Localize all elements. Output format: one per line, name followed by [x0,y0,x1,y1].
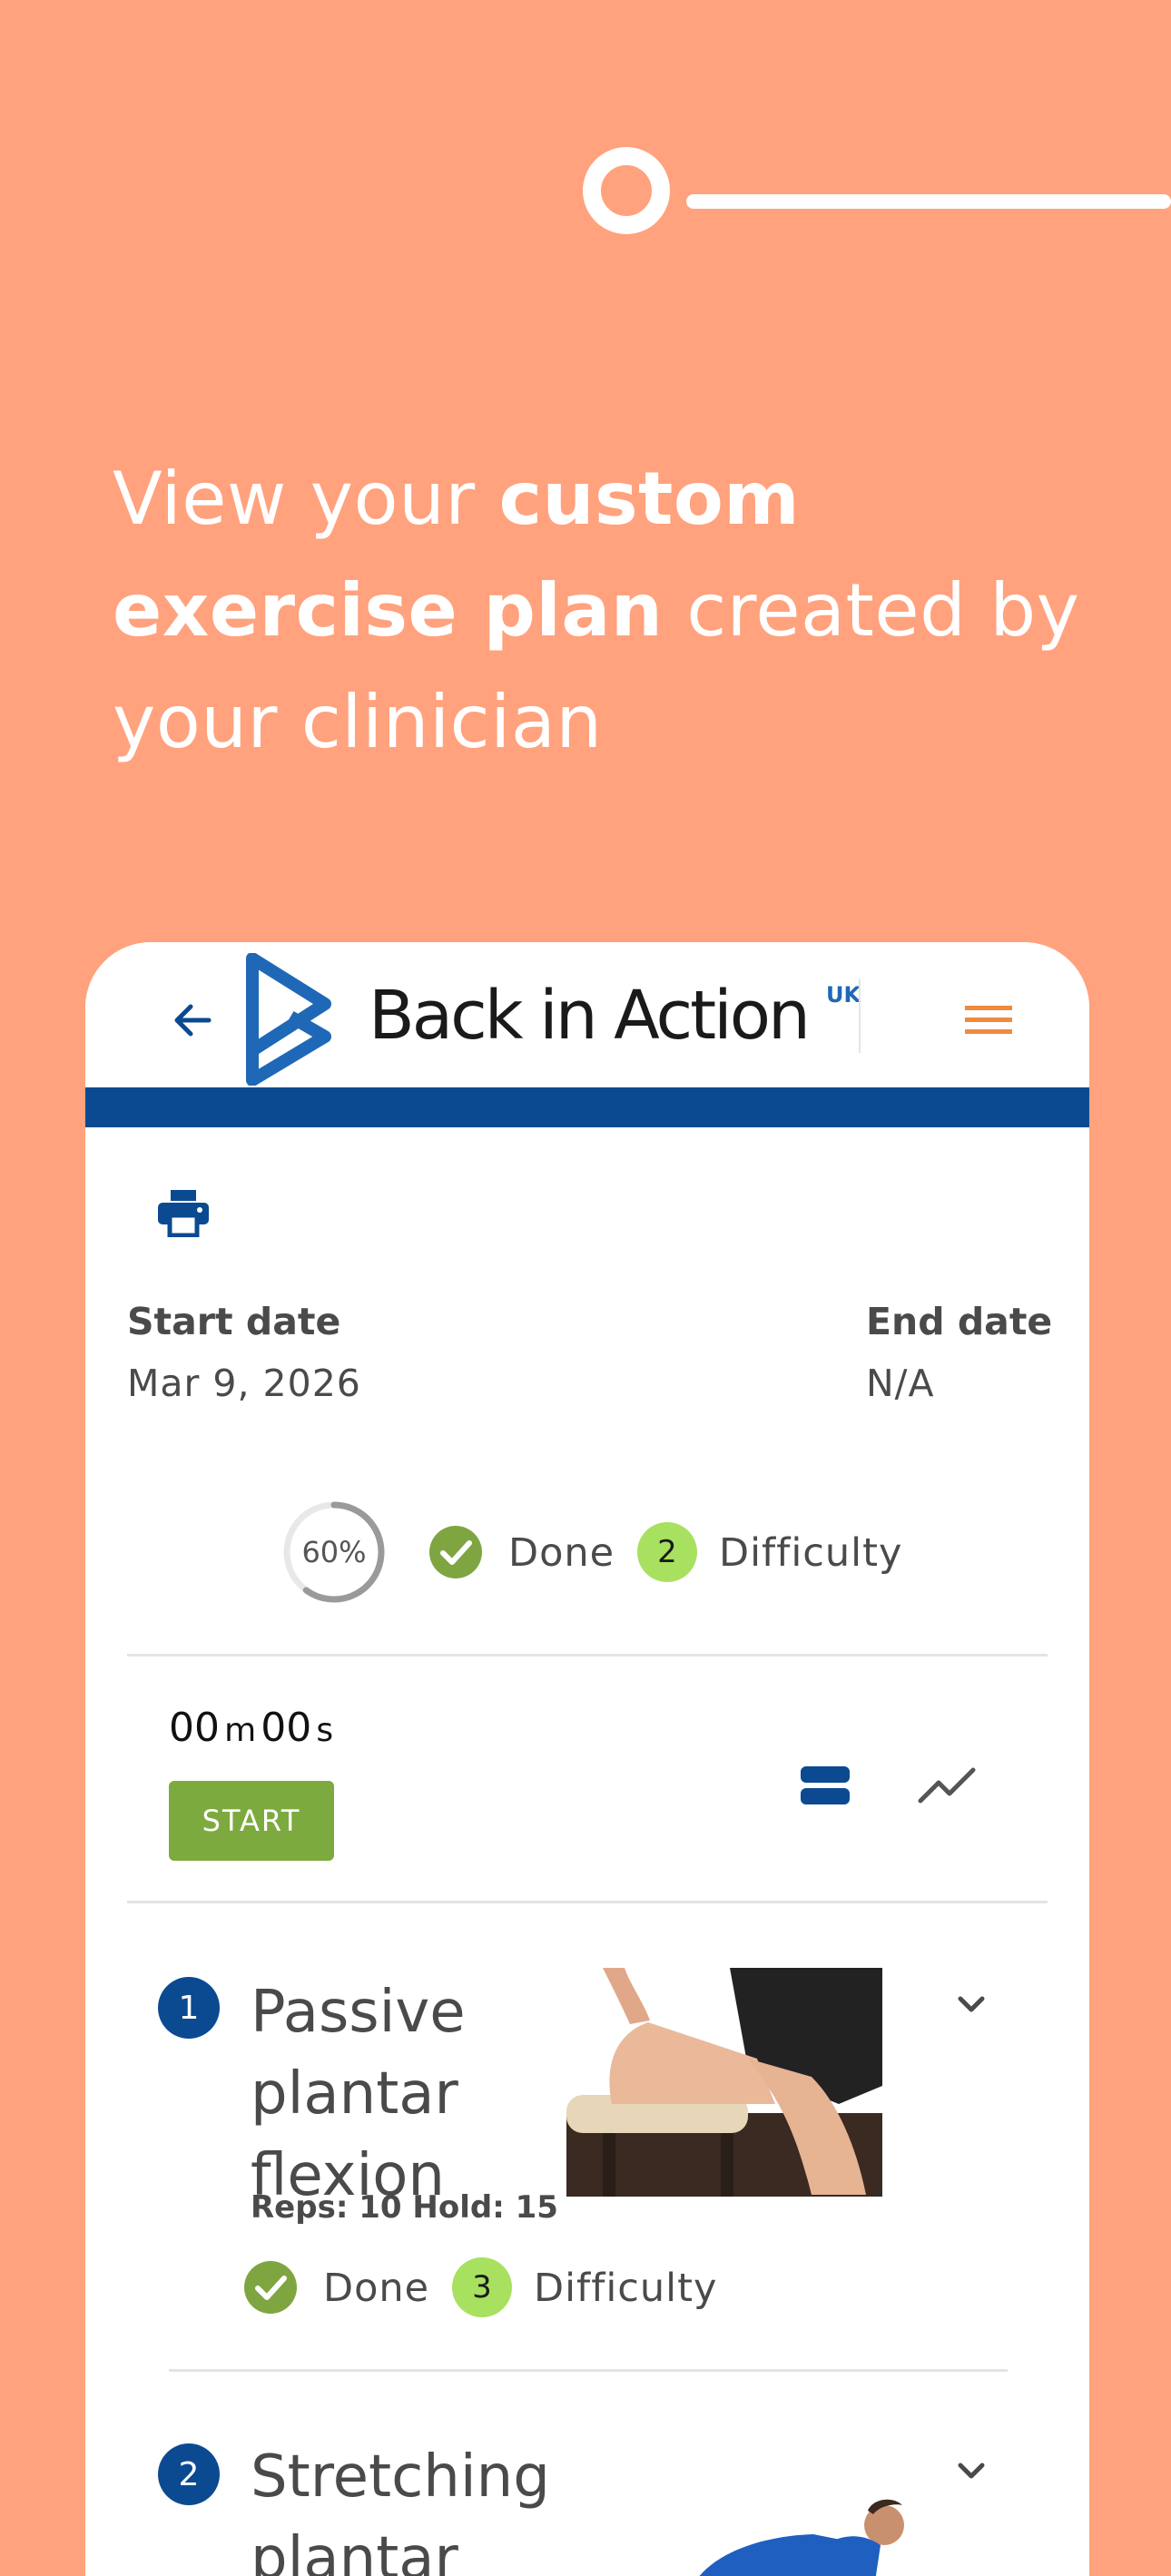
exercise-number: 2 [158,2443,220,2505]
logo-wordmark: Back in Action [369,977,811,1055]
start-button[interactable]: START [169,1781,334,1861]
exercise-number: 1 [158,1977,220,2039]
difficulty-badge: 3 [452,2257,512,2317]
progress-percent: 60% [301,1535,367,1569]
back-in-action-logo-icon [246,953,331,1086]
chevron-down-icon[interactable] [944,1986,999,2022]
print-button[interactable] [149,1178,218,1247]
difficulty-badge: 2 [637,1522,697,1582]
hamburger-menu-icon [965,1006,1012,1034]
progress-ring: 60% [281,1499,387,1605]
phone-mockup: Back in Action UK Start date Mar 9, 2026… [85,942,1089,2576]
decorative-ring [583,147,670,234]
exercise-title[interactable]: Passive plantar flexion [251,1971,523,2217]
menu-button[interactable] [955,991,1022,1049]
header-accent-bar [85,1087,1089,1127]
decorative-line [686,194,1171,209]
exercise-thumbnail [566,1968,882,2197]
printer-icon [158,1190,209,1237]
done-label: Done [323,2266,430,2311]
done-label: Done [508,1530,615,1576]
exercise-title[interactable]: Stretching plantar [251,2436,704,2576]
logo-region: UK [826,982,861,1008]
arrow-left-icon [174,1004,212,1037]
timer-display: 00 m 00 s [169,1705,334,1751]
back-button[interactable] [160,988,225,1053]
list-view-icon[interactable] [799,1759,851,1812]
difficulty-label: Difficulty [534,2266,718,2311]
divider [169,2369,1008,2372]
divider [127,1654,1048,1657]
headline: View your custom exercise plan created b… [113,457,1080,764]
exercise-thumbnail [686,2473,959,2576]
app-header: Back in Action UK [85,942,1089,1087]
end-date-value: N/A [866,1362,935,1405]
trend-chart-icon[interactable] [917,1759,977,1812]
start-date-value: Mar 9, 2026 [127,1362,361,1405]
start-date-label: Start date [127,1300,341,1343]
divider [127,1901,1048,1903]
done-check-icon [429,1526,482,1578]
end-date-label: End date [866,1300,1053,1343]
header-divider [859,978,861,1053]
chevron-down-icon[interactable] [944,2453,999,2489]
done-check-icon [244,2261,297,2314]
exercise-reps-hold: Reps: 10 Hold: 15 [251,2189,558,2226]
difficulty-label: Difficulty [719,1530,903,1576]
